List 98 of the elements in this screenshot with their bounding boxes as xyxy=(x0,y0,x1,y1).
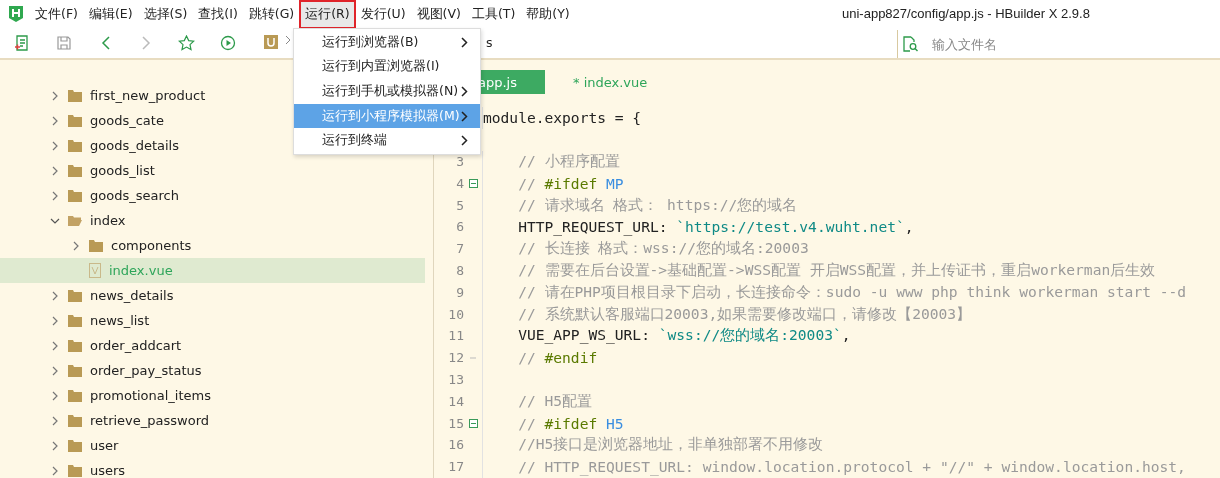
chevron-right-icon[interactable] xyxy=(50,290,60,301)
menu-item[interactable]: 文件(F) xyxy=(31,1,82,27)
chevron-right-icon[interactable] xyxy=(50,465,60,476)
folder-icon xyxy=(68,389,82,402)
tree-item[interactable]: retrieve_password xyxy=(0,408,425,433)
folder-icon xyxy=(68,364,82,377)
menu-item[interactable]: 运行(R) xyxy=(301,1,354,27)
code-line: // 小程序配置 xyxy=(517,152,620,171)
project-icon[interactable] xyxy=(264,35,278,49)
folder-icon xyxy=(89,239,103,252)
line-number: 10 xyxy=(448,306,464,322)
tree-item[interactable]: index xyxy=(0,208,425,233)
code-line: // 请求域名 格式： https://您的域名 xyxy=(517,195,798,215)
chevron-right-icon[interactable] xyxy=(50,90,60,101)
tree-item[interactable]: news_details xyxy=(0,283,425,308)
folder-icon xyxy=(68,114,82,127)
chevron-right-icon[interactable] xyxy=(50,390,60,401)
folder-icon xyxy=(68,89,82,102)
tree-item[interactable]: promotional_items xyxy=(0,383,425,408)
new-file-icon[interactable] xyxy=(14,35,30,51)
menu-item[interactable]: 帮助(Y) xyxy=(522,1,574,27)
chevron-right-icon[interactable] xyxy=(50,340,60,351)
code-line: // #ifdef MP xyxy=(517,174,624,192)
code-line: // 请在PHP项目根目录下启动，长连接命令：sudo -u www php think workerman start --d xyxy=(517,282,1187,302)
chevron-right-icon[interactable] xyxy=(50,140,60,151)
chevron-right-icon[interactable] xyxy=(50,415,60,426)
line-number: 11 xyxy=(448,328,464,344)
code-line: // H5配置 xyxy=(517,391,593,411)
line-number: 13 xyxy=(448,371,464,387)
tree-item[interactable]: order_addcart xyxy=(0,333,425,358)
folder-icon xyxy=(68,214,82,227)
menu-item[interactable]: 运行到终端 xyxy=(294,128,480,153)
line-number: 8 xyxy=(456,262,464,278)
line-number: 16 xyxy=(448,437,464,453)
line-number: 9 xyxy=(456,284,464,300)
tree-item[interactable]: components xyxy=(0,233,425,258)
chevron-right-icon[interactable] xyxy=(50,190,60,201)
star-icon[interactable] xyxy=(178,35,195,51)
folder-icon xyxy=(68,164,82,177)
line-number: 6 xyxy=(456,219,464,235)
chevron-icon xyxy=(285,35,291,45)
run-icon[interactable] xyxy=(220,35,236,51)
folder-icon xyxy=(68,339,82,352)
chevron-right-icon[interactable] xyxy=(50,165,60,176)
line-number: 7 xyxy=(456,241,464,257)
code-line: // HTTP_REQUEST_URL: window.location.protocol + "//" + window.location.host, xyxy=(517,458,1186,476)
line-number: 3 xyxy=(456,154,464,169)
line-number: 12 xyxy=(448,350,464,366)
code-line: // 长连接 格式：wss://您的域名:20003 xyxy=(517,239,809,259)
code-line: // #ifdef H5 xyxy=(517,414,624,432)
tree-item[interactable]: users xyxy=(0,458,425,478)
menu-item[interactable]: 工具(T) xyxy=(467,1,520,27)
breadcrumb[interactable]: s xyxy=(486,35,493,50)
file-search-icon xyxy=(902,36,918,52)
menu-item[interactable]: 选择(S) xyxy=(139,1,192,27)
chevron-right-icon[interactable] xyxy=(50,115,60,126)
tree-item[interactable]: goods_list xyxy=(0,158,425,183)
folder-icon xyxy=(68,464,82,477)
vue-file-icon xyxy=(89,263,101,278)
chevron-right-icon[interactable] xyxy=(50,315,60,326)
tree-item[interactable]: goods_search xyxy=(0,183,425,208)
code-line: //H5接口是浏览器地址，非单独部署不用修改 xyxy=(517,435,824,455)
fold-icon[interactable] xyxy=(468,418,478,428)
code-line: HTTP_REQUEST_URL: `https://test.v4.wuht.net`, xyxy=(517,218,914,236)
window-title: uni-app827/config/app.js - HBuilder X 2.9.8 xyxy=(842,6,1090,21)
menu-item[interactable]: 视图(V) xyxy=(412,1,465,27)
line-number: 17 xyxy=(448,459,464,475)
back-icon[interactable] xyxy=(100,35,112,51)
chevron-right-icon[interactable] xyxy=(50,440,60,451)
menu-item[interactable]: 发行(U) xyxy=(356,1,410,27)
chevron-right-icon[interactable] xyxy=(71,240,81,251)
folder-icon xyxy=(68,439,82,452)
tree-item[interactable]: news_list xyxy=(0,308,425,333)
fold-icon[interactable] xyxy=(468,178,478,188)
code-line: VUE_APP_WS_URL: `wss://您的域名:20003`, xyxy=(517,326,851,346)
folder-icon xyxy=(68,139,82,152)
code-line: // #endif xyxy=(517,349,598,367)
save-icon[interactable] xyxy=(56,35,72,51)
folder-icon xyxy=(68,314,82,327)
line-number: 15 xyxy=(448,415,464,431)
folder-icon xyxy=(68,289,82,302)
menu-item[interactable]: 运行到浏览器(B) xyxy=(294,30,480,55)
code-line: module.exports = { xyxy=(483,109,642,127)
file-search-field[interactable]: 输入文件名 xyxy=(930,35,1134,53)
line-number: 14 xyxy=(448,393,464,409)
tree-item[interactable]: user xyxy=(0,433,425,458)
app-logo-icon xyxy=(9,6,23,22)
folder-icon xyxy=(68,414,82,427)
code-line: // 系统默认客服端口20003,如果需要修改端口，请修改【20003】 xyxy=(517,304,972,324)
line-number: 5 xyxy=(456,197,464,213)
menu-item[interactable]: 查找(I) xyxy=(194,1,242,27)
tree-item[interactable]: order_pay_status xyxy=(0,358,425,383)
menu-item[interactable]: 跳转(G) xyxy=(244,1,299,27)
menu-item[interactable]: 编辑(E) xyxy=(84,1,137,27)
line-number: 4 xyxy=(456,175,464,191)
code-line: // 需要在后台设置->基础配置->WSS配置 开启WSS配置，并上传证书，重启workerman后生效 xyxy=(517,260,1156,280)
folder-icon xyxy=(68,189,82,202)
chevron-right-icon[interactable] xyxy=(50,365,60,376)
